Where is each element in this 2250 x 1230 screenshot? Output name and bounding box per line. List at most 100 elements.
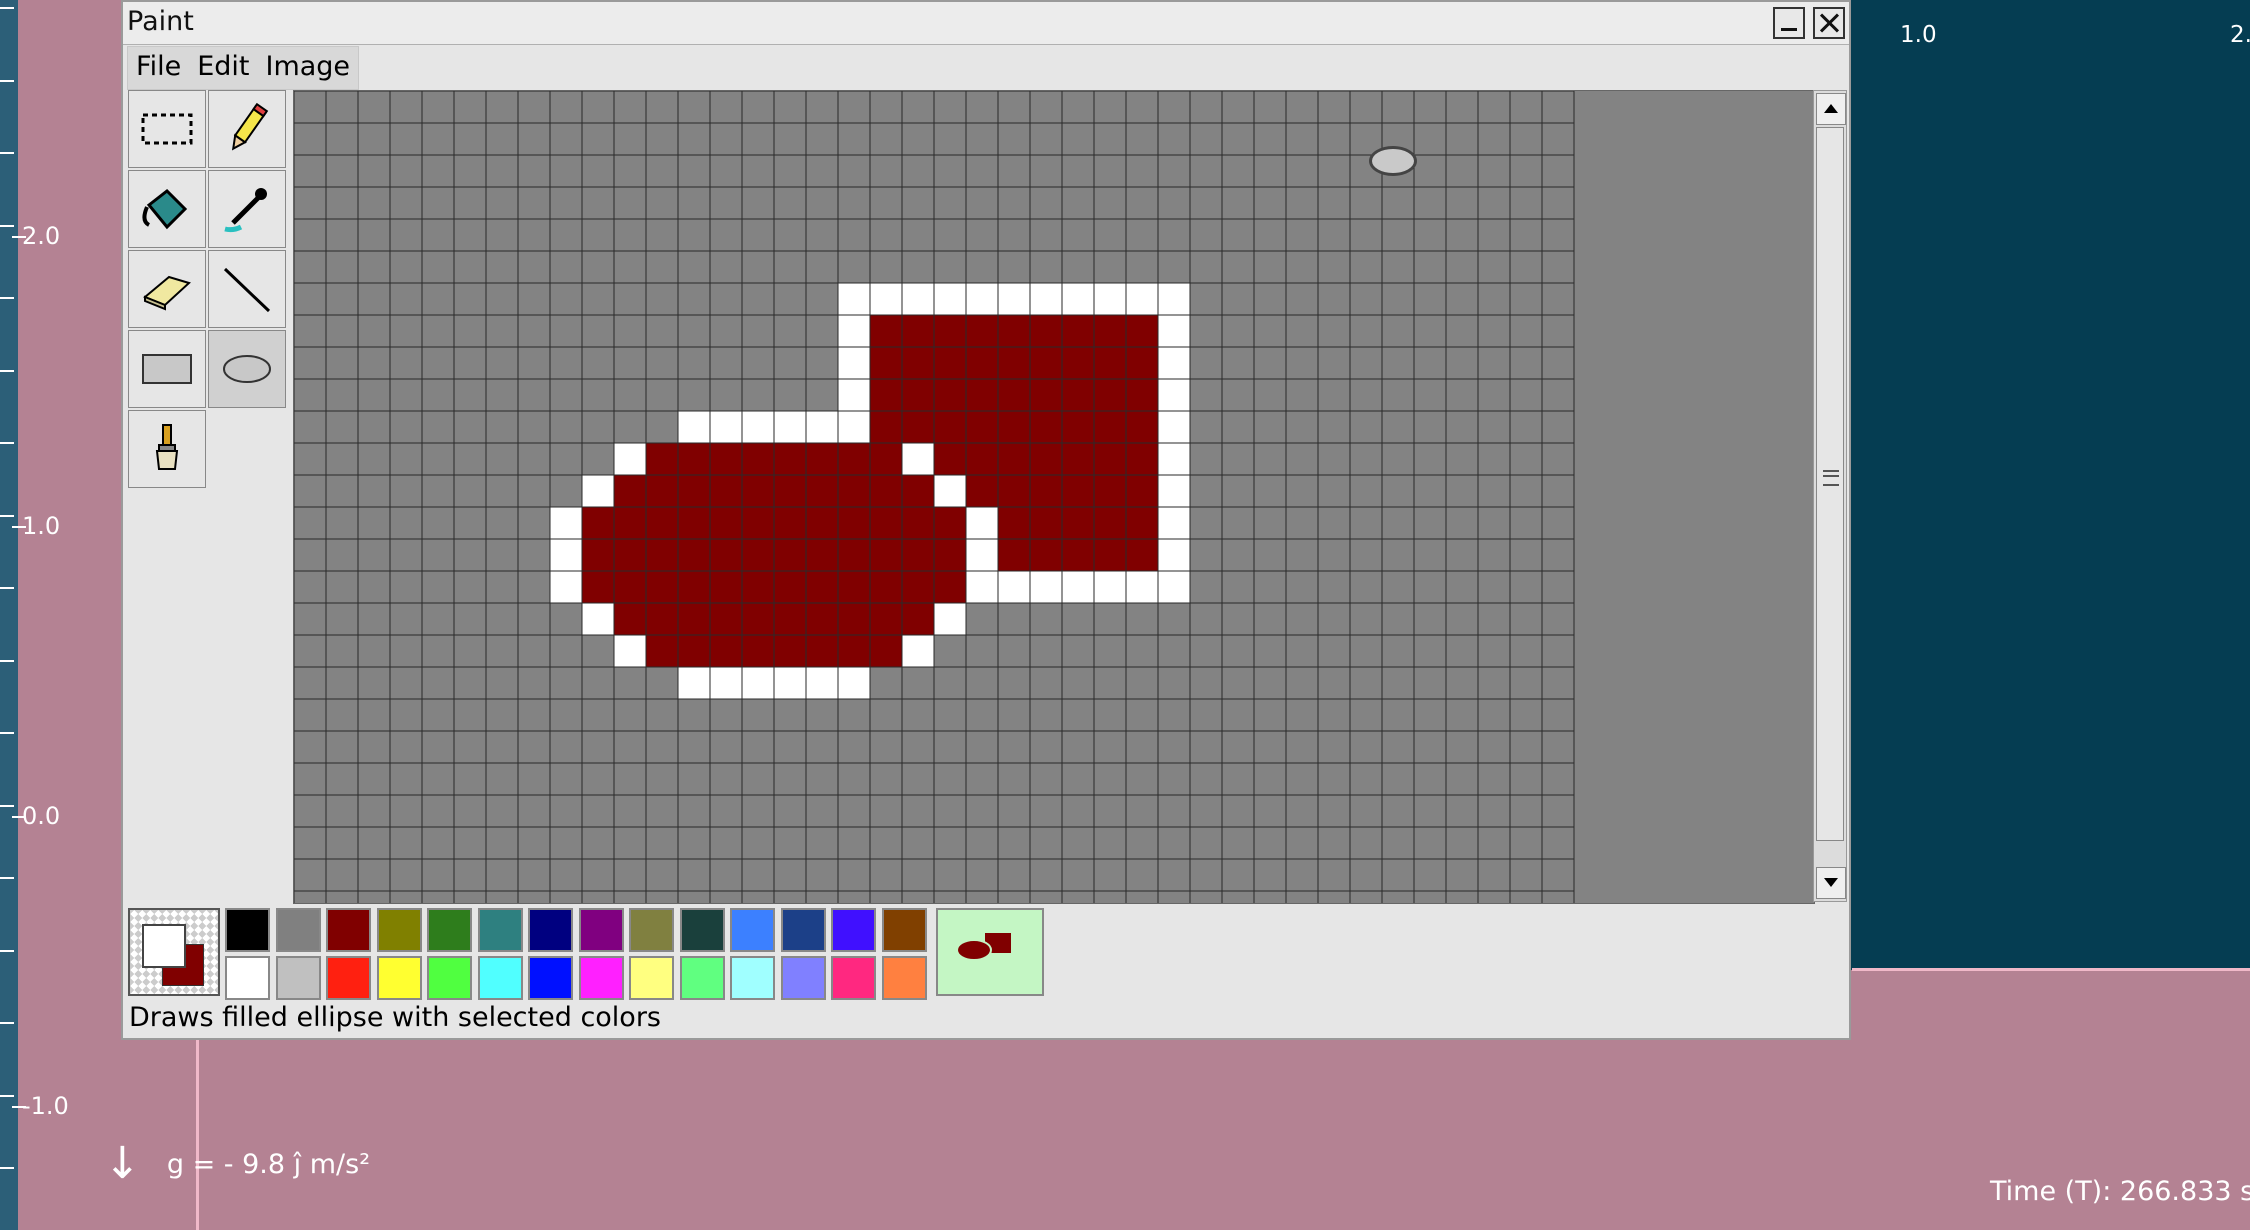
- ellipse-fill-pixel: [902, 475, 934, 507]
- select-tool-button[interactable]: [128, 90, 206, 168]
- ellipse-outline-pixel: [710, 667, 742, 699]
- rect-fill-pixel: [1126, 411, 1158, 443]
- title-bar[interactable]: Paint: [123, 2, 1849, 45]
- ellipse-fill-pixel: [870, 507, 902, 539]
- palette-swatch[interactable]: [376, 956, 422, 1000]
- ellipse-fill-pixel: [806, 603, 838, 635]
- palette-swatch[interactable]: [578, 956, 624, 1000]
- ellipse-fill-pixel: [870, 475, 902, 507]
- eraser-tool-button[interactable]: [128, 250, 206, 328]
- ellipse-outline-pixel: [710, 411, 742, 443]
- ellipse-outline-pixel: [774, 667, 806, 699]
- palette-swatch[interactable]: [528, 908, 573, 952]
- palette-swatch[interactable]: [477, 908, 523, 952]
- rect-fill-pixel: [998, 411, 1030, 443]
- palette-swatch[interactable]: [831, 956, 876, 1000]
- palette-swatch[interactable]: [427, 956, 472, 1000]
- ellipse-fill-pixel: [806, 635, 838, 667]
- ellipse-outline-pixel: [550, 571, 582, 603]
- palette-swatch[interactable]: [730, 956, 775, 1000]
- palette-swatch[interactable]: [326, 956, 371, 1000]
- palette-swatch[interactable]: [881, 956, 927, 1000]
- vertical-scrollbar[interactable]: [1813, 90, 1847, 902]
- menu-image[interactable]: Image: [257, 47, 358, 89]
- ellipse-outline-pixel: [838, 667, 870, 699]
- rect-fill-pixel: [1094, 507, 1126, 539]
- drawing-canvas[interactable]: [293, 90, 1815, 904]
- pencil-icon: [231, 102, 269, 151]
- color-indicator[interactable]: [128, 908, 220, 996]
- fill-style-preview[interactable]: [936, 908, 1044, 996]
- ellipse-fill-pixel: [742, 443, 774, 475]
- ellipse-fill-pixel: [710, 571, 742, 603]
- line-tool-button[interactable]: [208, 250, 286, 328]
- ellipse-outline-pixel: [806, 667, 838, 699]
- ellipse-fill-pixel: [678, 475, 710, 507]
- menu-file[interactable]: File: [128, 47, 189, 89]
- brush-tool-button[interactable]: [128, 410, 206, 488]
- palette-swatch[interactable]: [629, 956, 674, 1000]
- axis-tick: [0, 877, 14, 879]
- scroll-down-arrow-icon[interactable]: [1816, 867, 1846, 899]
- rect-fill-pixel: [1126, 443, 1158, 475]
- palette-swatch[interactable]: [578, 908, 624, 952]
- palette-swatch[interactable]: [679, 908, 725, 952]
- palette-swatch[interactable]: [780, 956, 826, 1000]
- ellipse-fill-pixel: [838, 539, 870, 571]
- palette-swatch[interactable]: [528, 956, 573, 1000]
- ellipse-fill-pixel: [806, 475, 838, 507]
- palette-swatch[interactable]: [225, 956, 270, 1000]
- close-button[interactable]: [1813, 7, 1845, 39]
- color-picker-tool-button[interactable]: [208, 170, 286, 248]
- palette-swatch[interactable]: [881, 908, 927, 952]
- axis-tick: [0, 152, 14, 154]
- palette-swatch[interactable]: [831, 908, 876, 952]
- rect-outline-pixel: [1094, 571, 1126, 603]
- ellipse-outline-pixel: [614, 635, 646, 667]
- palette-swatch[interactable]: [427, 908, 472, 952]
- rect-fill-pixel: [1030, 347, 1062, 379]
- palette-swatch[interactable]: [629, 908, 674, 952]
- rect-fill-pixel: [998, 443, 1030, 475]
- pixel-grid: [294, 91, 1814, 903]
- gravity-label: g = - 9.8 ĵ m/s²: [166, 1148, 371, 1180]
- foreground-color-swatch[interactable]: [142, 924, 186, 968]
- ellipse-fill-pixel: [646, 443, 678, 475]
- ellipse-fill-pixel: [710, 507, 742, 539]
- ellipse-outline-pixel: [550, 539, 582, 571]
- axis-tick: [0, 297, 14, 299]
- x-axis-label: 1.0: [1900, 22, 1937, 48]
- rect-fill-pixel: [1062, 347, 1094, 379]
- scroll-up-arrow-icon[interactable]: [1816, 93, 1846, 125]
- rect-fill-pixel: [998, 507, 1030, 539]
- palette-swatch[interactable]: [679, 956, 725, 1000]
- ellipse-outline-pixel: [614, 443, 646, 475]
- palette-swatch[interactable]: [477, 956, 523, 1000]
- pencil-tool-button[interactable]: [208, 90, 286, 168]
- palette-swatch[interactable]: [376, 908, 422, 952]
- palette-swatch[interactable]: [225, 908, 270, 952]
- rect-outline-pixel: [838, 347, 870, 379]
- fill-tool-button[interactable]: [128, 170, 206, 248]
- rect-fill-pixel: [1094, 379, 1126, 411]
- ellipse-fill-pixel: [742, 539, 774, 571]
- minimize-button[interactable]: [1773, 7, 1805, 39]
- x-axis-label: 2.: [2230, 22, 2250, 48]
- rect-fill-pixel: [1062, 411, 1094, 443]
- palette-swatch[interactable]: [326, 908, 371, 952]
- palette-swatch[interactable]: [275, 956, 321, 1000]
- rectangle-tool-button[interactable]: [128, 330, 206, 408]
- palette-swatch[interactable]: [730, 908, 775, 952]
- ellipse-fill-pixel: [614, 539, 646, 571]
- sim-horizontal-line: [1852, 968, 2250, 971]
- palette-swatch[interactable]: [780, 908, 826, 952]
- eyedropper-icon: [224, 188, 267, 233]
- rect-fill-pixel: [870, 315, 902, 347]
- scroll-thumb[interactable]: [1816, 127, 1844, 841]
- ellipse-tool-button[interactable]: [208, 330, 286, 408]
- axis-tick: [0, 805, 14, 807]
- ellipse-fill-pixel: [838, 443, 870, 475]
- menu-edit[interactable]: Edit: [189, 47, 257, 89]
- palette-swatch[interactable]: [275, 908, 321, 952]
- rect-outline-pixel: [1158, 315, 1190, 347]
